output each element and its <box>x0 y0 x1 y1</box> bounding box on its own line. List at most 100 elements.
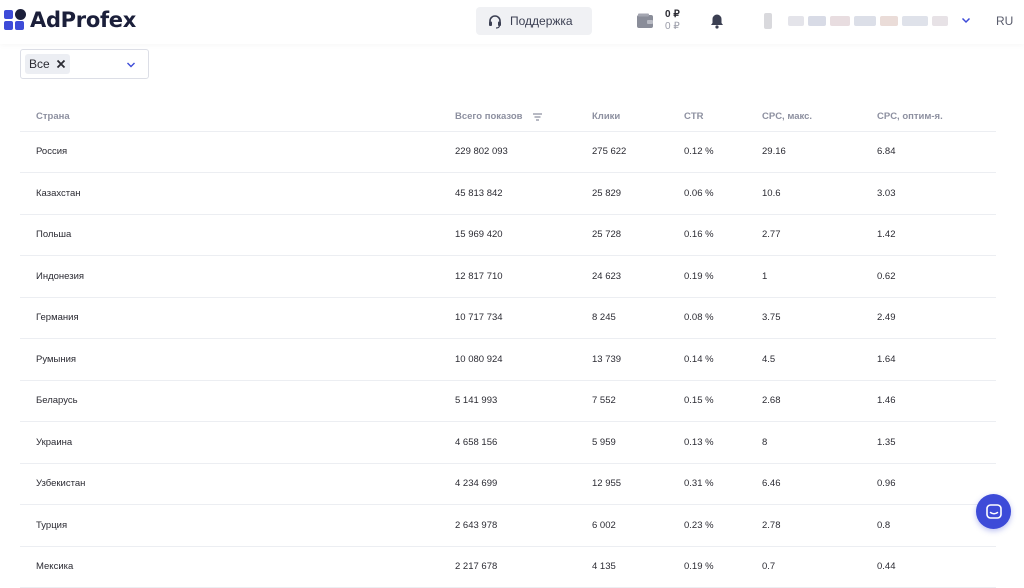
cell-ctr: 0.19 % <box>684 546 762 588</box>
cell-clicks: 4 135 <box>592 546 684 588</box>
cell-country: Казахстан <box>20 172 455 215</box>
table-row[interactable]: Турция 2 643 978 6 002 0.23 % 2.78 0.8 <box>20 504 996 547</box>
cell-impressions: 10 080 924 <box>455 338 592 381</box>
cell-clicks: 7 552 <box>592 380 684 422</box>
cell-country: Мексика <box>20 546 455 588</box>
column-header-clicks[interactable]: Клики <box>592 103 684 132</box>
cell-impressions: 4 658 156 <box>455 421 592 464</box>
table-row[interactable]: Германия 10 717 734 8 245 0.08 % 3.75 2.49 <box>20 297 996 339</box>
cell-impressions: 5 141 993 <box>455 380 592 422</box>
cell-cpc-optimal: 0.96 <box>877 463 996 505</box>
column-header-ctr[interactable]: CTR <box>684 103 762 132</box>
table-row[interactable]: Казахстан 45 813 842 25 829 0.06 % 10.6 3.03 <box>20 172 996 215</box>
sort-icon[interactable] <box>533 113 543 121</box>
wallet[interactable]: 0 ₽ 0 ₽ <box>636 9 680 33</box>
balance-primary: 0 ₽ <box>665 9 680 20</box>
chat-icon <box>985 503 1002 519</box>
cell-cpc-max: 29.16 <box>762 131 877 173</box>
cell-ctr: 0.19 % <box>684 255 762 298</box>
cell-clicks: 25 728 <box>592 214 684 256</box>
cell-country: Узбекистан <box>20 463 455 505</box>
support-label: Поддержка <box>510 14 573 28</box>
country-stats-table: Страна Всего показов Клики CTR CPC, макс… <box>20 103 996 588</box>
cell-country: Россия <box>20 131 455 173</box>
chevron-down-icon[interactable] <box>960 14 972 26</box>
cell-clicks: 12 955 <box>592 463 684 505</box>
logo-mark-icon <box>4 9 26 31</box>
cell-country: Румыния <box>20 338 455 381</box>
cell-cpc-max: 2.68 <box>762 380 877 422</box>
language-switcher[interactable]: RU <box>996 14 1013 28</box>
table-row[interactable]: Узбекистан 4 234 699 12 955 0.31 % 6.46 0.96 <box>20 463 996 505</box>
cell-cpc-max: 10.6 <box>762 172 877 215</box>
cell-ctr: 0.14 % <box>684 338 762 381</box>
cell-impressions: 2 217 678 <box>455 546 592 588</box>
cell-clicks: 5 959 <box>592 421 684 464</box>
cell-cpc-max: 2.78 <box>762 504 877 547</box>
top-bar: AdProfex Поддержка 0 ₽ 0 ₽ RU <box>0 0 1024 44</box>
table-row[interactable]: Беларусь 5 141 993 7 552 0.15 % 2.68 1.46 <box>20 380 996 422</box>
cell-impressions: 12 817 710 <box>455 255 592 298</box>
cell-cpc-max: 0.7 <box>762 546 877 588</box>
cell-ctr: 0.23 % <box>684 504 762 547</box>
column-header-cpc-optimal[interactable]: CPC, оптим-я. <box>877 103 996 132</box>
table-row[interactable]: Румыния 10 080 924 13 739 0.14 % 4.5 1.64 <box>20 338 996 381</box>
logo[interactable]: AdProfex <box>4 8 136 32</box>
chevron-down-icon <box>127 62 135 68</box>
cell-impressions: 229 802 093 <box>455 131 592 173</box>
cell-ctr: 0.31 % <box>684 463 762 505</box>
table-row[interactable]: Индонезия 12 817 710 24 623 0.19 % 1 0.62 <box>20 255 996 298</box>
cell-country: Германия <box>20 297 455 339</box>
bell-icon[interactable] <box>709 13 725 29</box>
balance-secondary: 0 ₽ <box>665 21 680 32</box>
cell-cpc-optimal: 1.35 <box>877 421 996 464</box>
cell-country: Беларусь <box>20 380 455 422</box>
cell-cpc-optimal: 3.03 <box>877 172 996 215</box>
cell-cpc-optimal: 0.62 <box>877 255 996 298</box>
table-row[interactable]: Мексика 2 217 678 4 135 0.19 % 0.7 0.44 <box>20 546 996 588</box>
account-menu[interactable] <box>764 13 960 29</box>
table-row[interactable]: Польша 15 969 420 25 728 0.16 % 2.77 1.42 <box>20 214 996 256</box>
cell-ctr: 0.12 % <box>684 131 762 173</box>
column-header-cpc-max[interactable]: CPC, макс. <box>762 103 877 132</box>
table-row[interactable]: Украина 4 658 156 5 959 0.13 % 8 1.35 <box>20 421 996 464</box>
table-header-row: Страна Всего показов Клики CTR CPC, макс… <box>20 103 996 132</box>
cell-cpc-optimal: 2.49 <box>877 297 996 339</box>
cell-cpc-max: 6.46 <box>762 463 877 505</box>
logo-text: AdProfex <box>30 8 136 32</box>
cell-cpc-max: 2.77 <box>762 214 877 256</box>
cell-clicks: 13 739 <box>592 338 684 381</box>
cell-ctr: 0.15 % <box>684 380 762 422</box>
cell-clicks: 25 829 <box>592 172 684 215</box>
cell-cpc-max: 1 <box>762 255 877 298</box>
account-name-blurred <box>788 16 804 26</box>
close-icon[interactable] <box>56 59 66 69</box>
filter-chip: Все <box>25 54 70 74</box>
cell-clicks: 275 622 <box>592 131 684 173</box>
support-button[interactable]: Поддержка <box>476 7 592 35</box>
cell-cpc-optimal: 0.44 <box>877 546 996 588</box>
cell-country: Польша <box>20 214 455 256</box>
cell-ctr: 0.06 % <box>684 172 762 215</box>
column-header-impressions[interactable]: Всего показов <box>455 103 592 132</box>
cell-impressions: 2 643 978 <box>455 504 592 547</box>
chat-button[interactable] <box>976 494 1011 529</box>
country-filter-select[interactable]: Все <box>20 49 149 79</box>
cell-ctr: 0.16 % <box>684 214 762 256</box>
cell-country: Индонезия <box>20 255 455 298</box>
cell-ctr: 0.08 % <box>684 297 762 339</box>
filter-chip-label: Все <box>29 57 50 71</box>
column-header-impressions-label: Всего показов <box>455 111 523 123</box>
cell-impressions: 15 969 420 <box>455 214 592 256</box>
table-body: Россия 229 802 093 275 622 0.12 % 29.16 6.84 К… <box>20 131 996 588</box>
cell-cpc-max: 4.5 <box>762 338 877 381</box>
cell-impressions: 4 234 699 <box>455 463 592 505</box>
cell-cpc-max: 8 <box>762 421 877 464</box>
cell-country: Турция <box>20 504 455 547</box>
cell-impressions: 10 717 734 <box>455 297 592 339</box>
table-row[interactable]: Россия 229 802 093 275 622 0.12 % 29.16 6.84 <box>20 131 996 173</box>
avatar <box>764 13 772 29</box>
column-header-country[interactable]: Страна <box>20 103 455 132</box>
cell-country: Украина <box>20 421 455 464</box>
wallet-icon <box>637 13 653 28</box>
